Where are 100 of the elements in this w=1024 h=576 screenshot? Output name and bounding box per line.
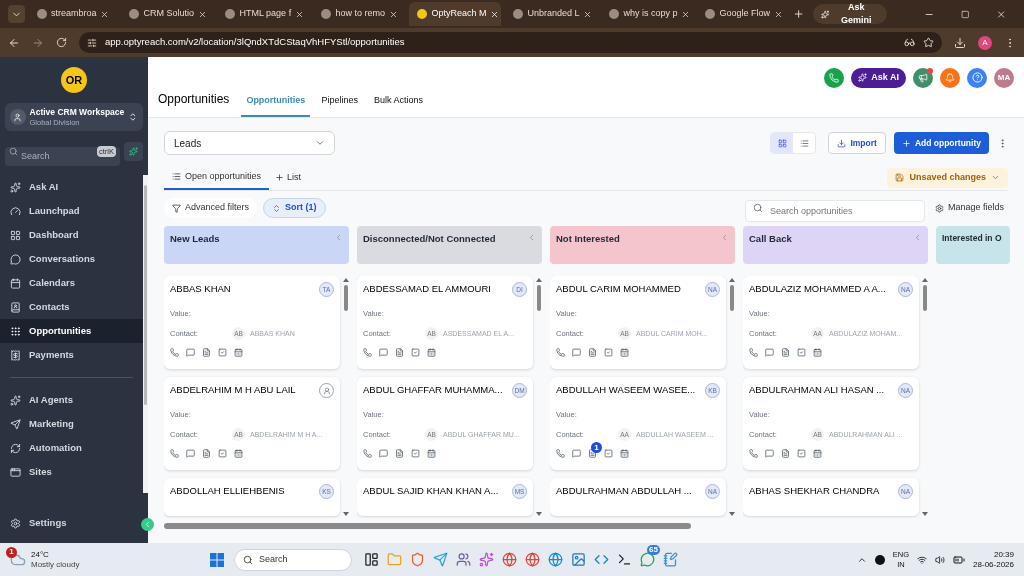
nav-item[interactable]: Ask AI (0, 175, 143, 199)
close-window-icon[interactable] (996, 8, 1007, 20)
quick-action-button[interactable] (124, 142, 143, 161)
phone-icon[interactable] (556, 348, 565, 358)
note-icon[interactable] (781, 449, 790, 459)
calendar-icon[interactable] (234, 449, 243, 459)
unsaved-changes-button[interactable]: Unsaved changes (887, 167, 1008, 188)
back-icon[interactable] (8, 36, 20, 49)
task-icon[interactable] (411, 449, 420, 459)
message-icon[interactable] (765, 449, 774, 459)
board-view-button[interactable] (771, 133, 794, 153)
calendar-icon[interactable] (427, 449, 436, 459)
browser-tab[interactable]: HTML page f (217, 2, 310, 26)
phone-button[interactable] (824, 67, 845, 88)
browser-icon[interactable] (525, 552, 540, 567)
shield-icon[interactable] (410, 552, 425, 567)
close-icon[interactable] (295, 9, 305, 19)
task-icon[interactable] (604, 348, 613, 358)
pipeline-select[interactable]: Leads (164, 131, 335, 155)
close-icon[interactable] (100, 9, 110, 19)
phone-icon[interactable] (556, 449, 565, 459)
windows-icon[interactable] (210, 552, 224, 567)
announcements-button[interactable] (913, 67, 933, 88)
browser-tab[interactable]: OptyReach M (409, 2, 502, 26)
site-settings-icon[interactable] (87, 37, 97, 48)
message-icon[interactable] (765, 348, 774, 358)
page-tab[interactable]: Opportunities (241, 93, 311, 117)
import-button[interactable]: Import (828, 132, 886, 154)
nav-item[interactable]: Settings (0, 511, 120, 535)
wifi-icon[interactable] (917, 554, 928, 565)
help-button[interactable] (967, 67, 987, 88)
people-icon[interactable] (456, 552, 471, 567)
browser-icon[interactable] (548, 552, 563, 567)
note-icon[interactable] (202, 449, 211, 459)
reload-icon[interactable] (56, 37, 67, 48)
phone-icon[interactable] (749, 348, 758, 358)
phone-icon[interactable] (363, 348, 372, 358)
calendar-icon[interactable] (813, 348, 822, 358)
page-tab[interactable]: Bulk Actions (368, 93, 428, 117)
glasses-icon[interactable] (904, 37, 915, 48)
browser-tab[interactable]: how to remo (313, 2, 406, 26)
message-icon[interactable] (379, 348, 388, 358)
nav-item[interactable]: AI Agents (0, 388, 143, 412)
nav-item[interactable]: Opportunities (0, 319, 143, 343)
note-icon[interactable] (395, 348, 404, 358)
nav-item[interactable]: Dashboard (0, 223, 143, 247)
image-icon[interactable] (571, 552, 586, 567)
add-list-button[interactable]: List (269, 165, 308, 190)
browser-tab[interactable]: CRM Solutio (121, 2, 214, 26)
collapse-icon[interactable] (913, 233, 922, 242)
note-icon[interactable] (781, 348, 790, 358)
nav-item[interactable]: Marketing (0, 412, 143, 436)
clock-date[interactable]: 28-06-2026 (973, 559, 1014, 570)
search-opportunities-field[interactable]: Search opportunities (744, 200, 925, 222)
gemini-button[interactable]: Ask Gemini (812, 4, 888, 24)
taskbar-search-field[interactable]: Search (234, 548, 352, 571)
message-icon[interactable] (572, 348, 581, 358)
nav-item[interactable]: Sites (0, 460, 143, 484)
phone-icon[interactable] (170, 348, 179, 358)
message-icon[interactable] (572, 449, 581, 459)
add-opportunity-button[interactable]: Add opportunity (893, 132, 989, 154)
browser-tab[interactable]: Google Flow (697, 2, 790, 26)
close-icon[interactable] (388, 9, 398, 19)
nav-item[interactable]: Launchpad (0, 199, 143, 223)
tray-app-icon[interactable] (874, 554, 885, 565)
bookmark-icon[interactable] (923, 37, 934, 48)
browser-tab[interactable]: Unbranded L (505, 2, 598, 26)
view-tab[interactable]: Open opportunities (164, 165, 270, 190)
notepad-icon[interactable] (663, 552, 678, 567)
task-icon[interactable] (797, 348, 806, 358)
folder-icon[interactable] (387, 552, 402, 567)
calendar-icon[interactable] (427, 348, 436, 358)
calendar-icon[interactable] (234, 348, 243, 358)
close-icon[interactable] (490, 9, 500, 19)
note-icon[interactable] (202, 348, 211, 358)
task-icon[interactable] (604, 449, 613, 459)
phone-icon[interactable] (749, 449, 758, 459)
message-icon[interactable] (186, 348, 195, 358)
new-tab-icon[interactable] (793, 8, 805, 20)
address-bar[interactable]: app.optyreach.com/v2/location/3lQndXTdCStaqVhHFYStl/opportunities (79, 32, 942, 53)
close-icon[interactable] (681, 9, 691, 19)
close-icon[interactable] (773, 9, 783, 19)
swirl-icon[interactable] (479, 552, 494, 567)
task-view-icon[interactable] (364, 552, 379, 567)
calendar-icon[interactable] (620, 449, 629, 459)
code-icon[interactable] (594, 552, 609, 567)
page-tab[interactable]: Pipelines (316, 93, 363, 117)
task-icon[interactable] (218, 348, 227, 358)
nav-item[interactable]: Calendars (0, 271, 143, 295)
nav-item[interactable]: Automation (0, 436, 143, 460)
maximize-icon[interactable] (960, 9, 970, 19)
terminal-icon[interactable] (617, 552, 632, 567)
manage-fields-button[interactable]: Manage fields (930, 197, 1008, 219)
close-icon[interactable] (583, 9, 593, 19)
tab-list-button[interactable] (8, 5, 25, 23)
calendar-icon[interactable] (620, 348, 629, 358)
task-icon[interactable] (218, 449, 227, 459)
nav-item[interactable]: Payments (0, 343, 143, 367)
download-icon[interactable] (954, 36, 966, 49)
note-icon[interactable] (588, 449, 597, 459)
